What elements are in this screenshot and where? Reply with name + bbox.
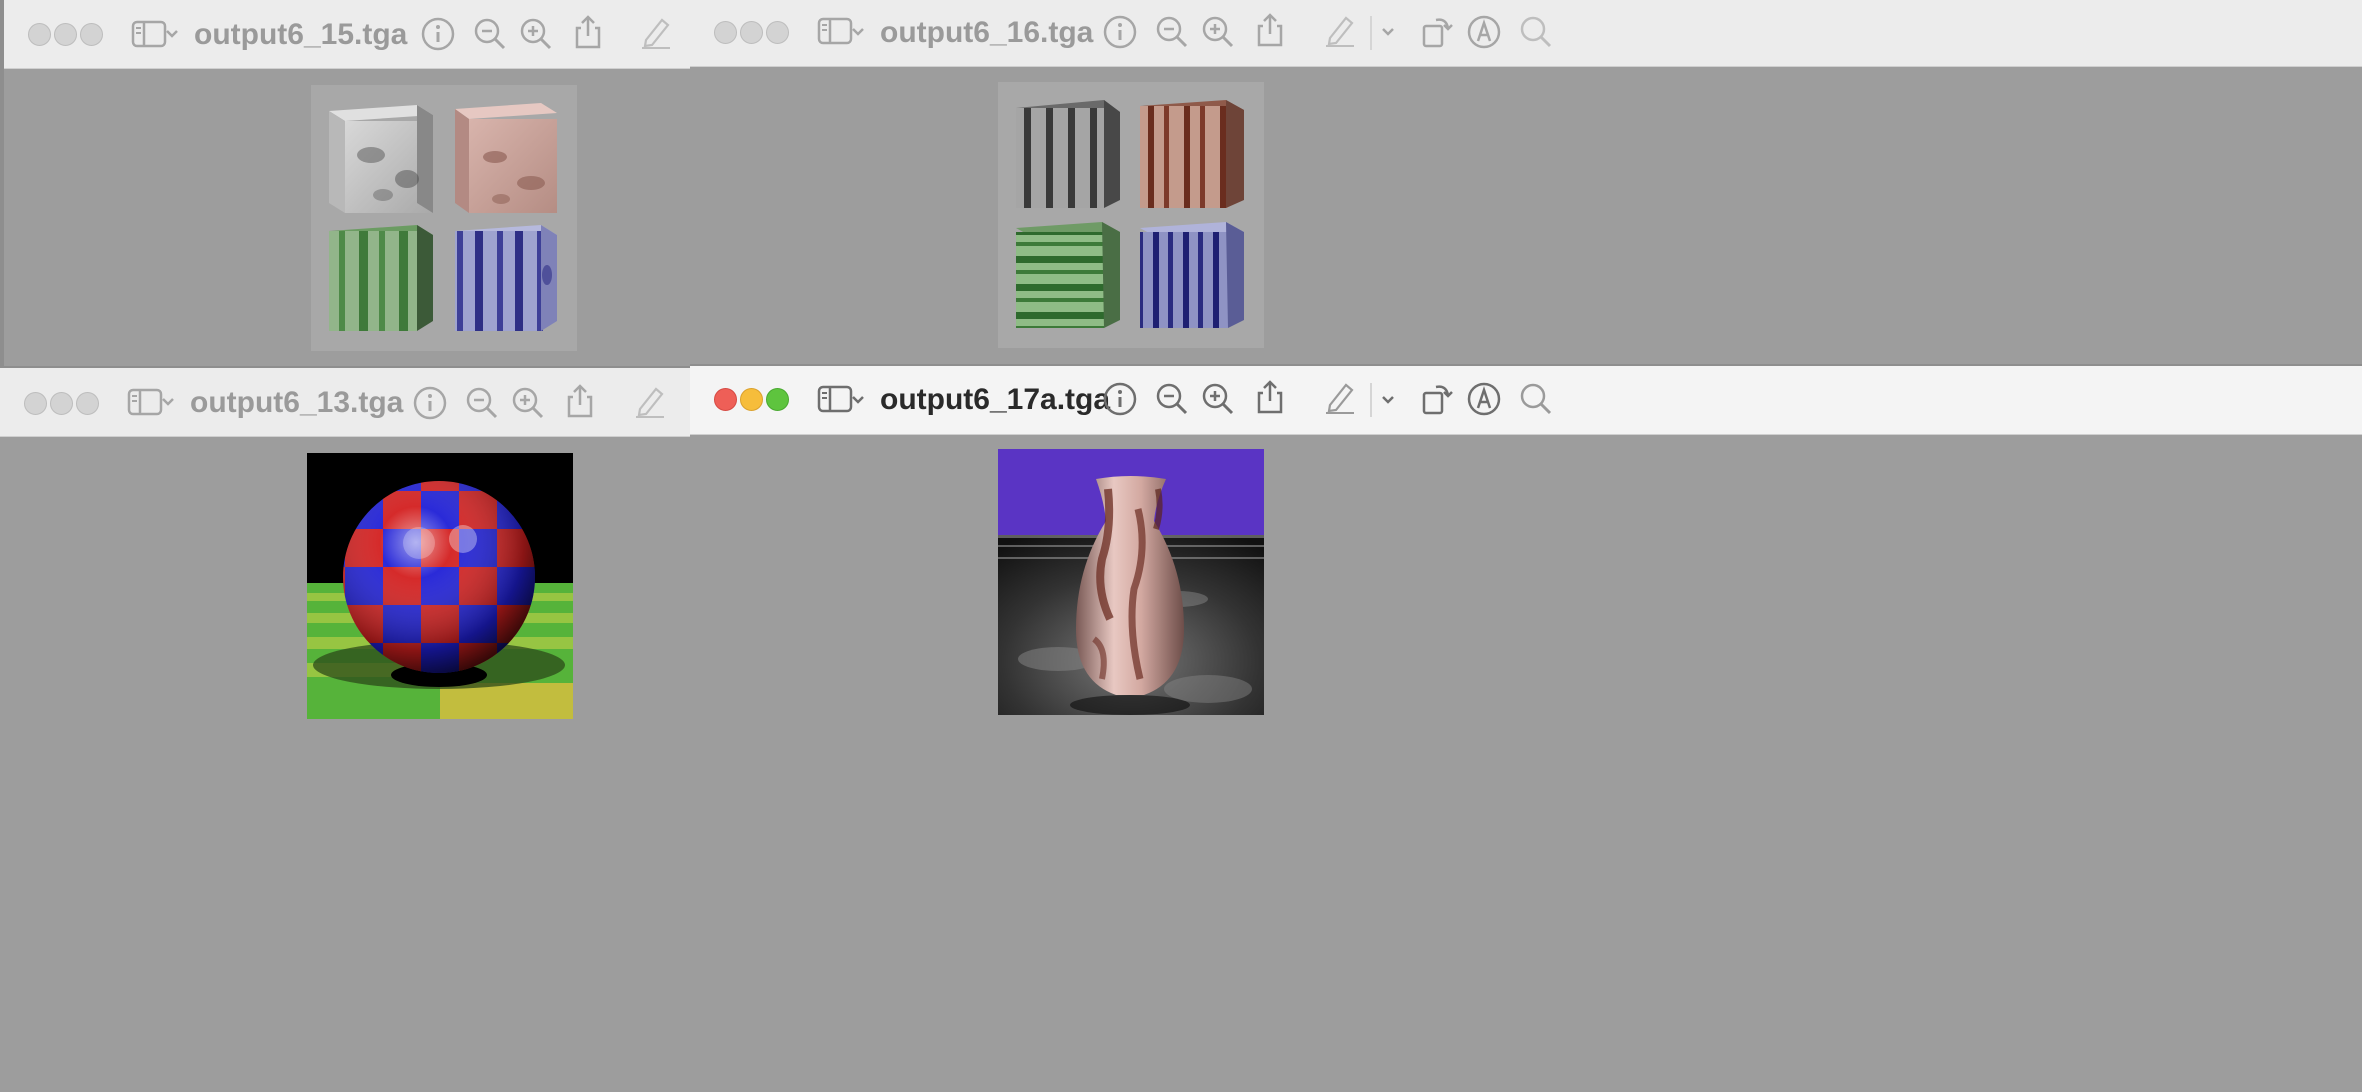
rotate-icon[interactable]	[1418, 381, 1454, 417]
zoom-in-icon[interactable]	[1200, 381, 1236, 417]
chevron-down-icon[interactable]	[1380, 26, 1396, 38]
zoom-in-icon[interactable]	[510, 385, 546, 421]
close-button[interactable]	[24, 392, 47, 415]
search-icon[interactable]	[1518, 14, 1554, 50]
sidebar-icon[interactable]	[817, 384, 853, 414]
minimize-button[interactable]	[740, 388, 763, 411]
title-bar[interactable]: output6_13.tga	[0, 368, 690, 437]
info-icon[interactable]	[412, 385, 448, 421]
close-button[interactable]	[714, 21, 737, 44]
share-icon[interactable]	[1252, 12, 1288, 48]
rotate-icon[interactable]	[1418, 14, 1454, 50]
title-bar[interactable]: output6_16.tga	[690, 0, 2362, 67]
annotate-icon[interactable]	[1466, 14, 1502, 50]
window-title: output6_13.tga	[190, 386, 404, 419]
close-button[interactable]	[714, 388, 737, 411]
chevron-down-icon[interactable]	[850, 394, 866, 406]
chevron-down-icon[interactable]	[160, 396, 176, 408]
pink-marble-cube	[455, 103, 557, 213]
zoom-button[interactable]	[766, 21, 789, 44]
zoom-button[interactable]	[80, 23, 103, 46]
window-title: output6_17a.tga	[880, 383, 1111, 416]
brown-striped-cube	[1140, 100, 1244, 208]
zoom-out-icon[interactable]	[1154, 14, 1190, 50]
preview-window-output6-16[interactable]: output6_16.tga	[690, 0, 2362, 364]
image-canvas	[690, 67, 2362, 364]
preview-window-output6-13[interactable]: output6_13.tga	[0, 368, 690, 1092]
zoom-out-icon[interactable]	[1154, 381, 1190, 417]
zoom-button[interactable]	[76, 392, 99, 415]
sidebar-icon[interactable]	[817, 16, 853, 46]
share-icon[interactable]	[1252, 379, 1288, 415]
title-bar[interactable]: output6_17a.tga	[690, 366, 2362, 435]
markup-pencil-icon[interactable]	[632, 383, 668, 419]
minimize-button[interactable]	[54, 23, 77, 46]
title-bar[interactable]: output6_15.tga	[4, 0, 690, 69]
zoom-out-icon[interactable]	[472, 16, 508, 52]
toolbar-separator	[1370, 383, 1372, 417]
zoom-out-icon[interactable]	[464, 385, 500, 421]
markup-pencil-icon[interactable]	[1322, 12, 1358, 48]
sidebar-icon[interactable]	[131, 19, 167, 49]
zoom-in-icon[interactable]	[1200, 14, 1236, 50]
blue-striped-cube	[455, 225, 557, 331]
green-striped-cube	[329, 225, 433, 331]
image-canvas	[0, 437, 690, 1092]
gray-striped-cube	[1016, 100, 1120, 208]
toolbar-separator	[1370, 16, 1372, 50]
preview-window-output6-15[interactable]: output6_15.tga	[4, 0, 690, 366]
info-icon[interactable]	[1102, 14, 1138, 50]
window-title: output6_16.tga	[880, 16, 1094, 49]
blue-striped-cube	[1140, 222, 1244, 328]
gray-marble-cube	[329, 105, 433, 213]
annotate-icon[interactable]	[1466, 381, 1502, 417]
rendered-image	[998, 449, 1264, 715]
info-icon[interactable]	[420, 16, 456, 52]
rendered-image	[311, 85, 577, 351]
minimize-button[interactable]	[740, 21, 763, 44]
markup-pencil-icon[interactable]	[638, 14, 674, 50]
markup-pencil-icon[interactable]	[1322, 379, 1358, 415]
zoom-button[interactable]	[766, 388, 789, 411]
info-icon[interactable]	[1102, 381, 1138, 417]
share-icon[interactable]	[570, 14, 606, 50]
chevron-down-icon[interactable]	[164, 28, 180, 40]
chevron-down-icon[interactable]	[850, 26, 866, 38]
rendered-image	[307, 453, 573, 719]
green-wavy-cube	[1016, 222, 1120, 328]
image-canvas	[690, 435, 2362, 1092]
rendered-image	[998, 82, 1264, 348]
chevron-down-icon[interactable]	[1380, 394, 1396, 406]
search-icon[interactable]	[1518, 381, 1554, 417]
preview-window-output6-17a[interactable]: output6_17a.tga	[690, 366, 2362, 1092]
minimize-button[interactable]	[50, 392, 73, 415]
share-icon[interactable]	[562, 383, 598, 419]
window-title: output6_15.tga	[194, 18, 408, 51]
close-button[interactable]	[28, 23, 51, 46]
image-canvas	[4, 69, 690, 366]
sidebar-icon[interactable]	[127, 387, 163, 417]
zoom-in-icon[interactable]	[518, 16, 554, 52]
